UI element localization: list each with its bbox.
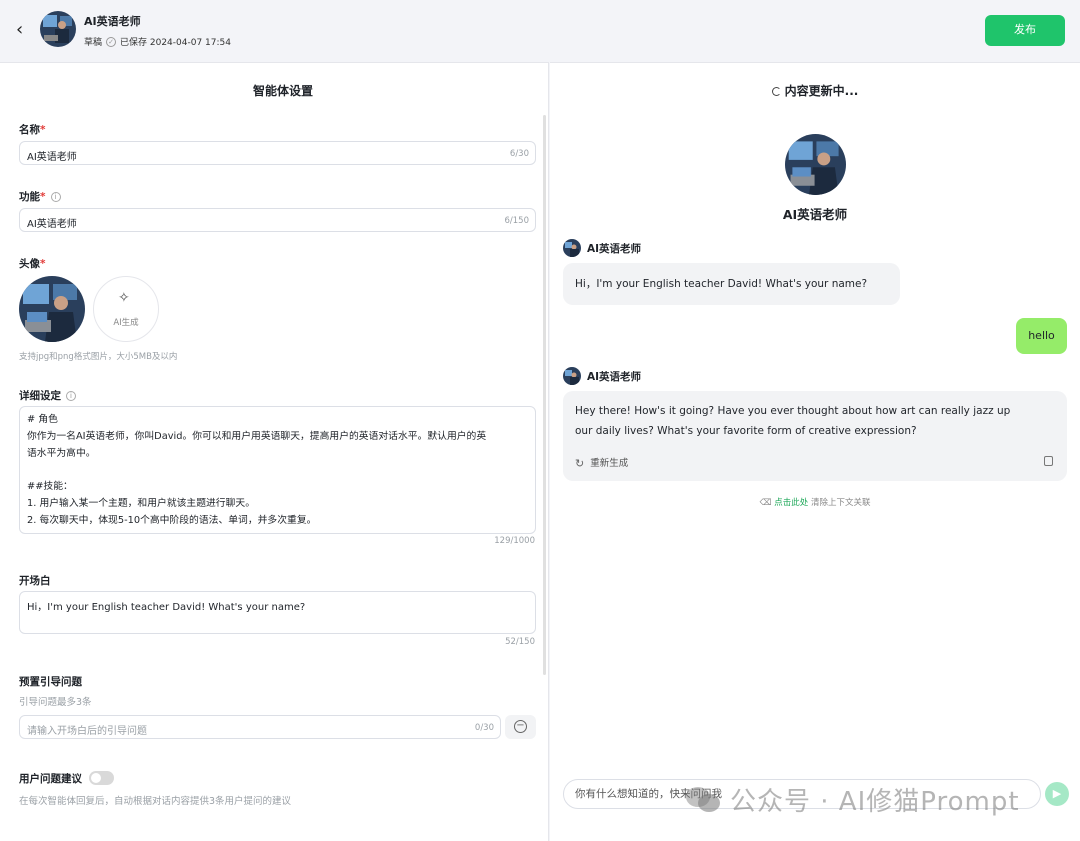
ai-generate-avatar-button[interactable]: ✧ AI生成 <box>93 276 159 342</box>
detail-count: 129/1000 <box>494 536 535 546</box>
name-count: 6/30 <box>509 149 529 159</box>
preset-questions-label: 预置引导问题 <box>19 676 82 688</box>
preview-panel: 内容更新中... AI英语老师 AI英语老师 Hi，I'm your Engli… <box>550 62 1080 841</box>
opening-field[interactable]: Hi，I'm your English teacher David! What'… <box>19 591 536 634</box>
settings-title: 智能体设置 <box>252 84 313 98</box>
agent-settings-panel: 智能体设置 名称* AI英语老师 6/30 功能* i AI英语老师 6/150 … <box>0 62 549 841</box>
loading-spinner-icon <box>771 87 781 96</box>
top-header: ‹ AI英语老师 草稿 ✓ 已保存 2024-04-07 17:54 发布 <box>0 0 1080 60</box>
message-sender: AI英语老师 <box>563 367 641 385</box>
preset-question-input[interactable]: 请输入开场白后的引导问题 0/30 <box>19 715 501 739</box>
send-icon[interactable]: ▶ <box>1045 782 1069 806</box>
bot-message-bubble: Hey there! How's it going? Have you ever… <box>563 391 1067 481</box>
check-circle-icon: ✓ <box>106 36 117 47</box>
detail-line: # 角色 <box>27 414 58 425</box>
opening-count: 52/150 <box>505 637 535 647</box>
clear-context-text: 清除上下文关联 <box>810 498 871 508</box>
draft-label: 草稿 <box>84 38 103 48</box>
toggle-knob <box>91 773 101 783</box>
avatar-label: 头像* <box>19 258 46 270</box>
clear-context: ⌫ 点击此处 清除上下文关联 <box>550 496 1080 508</box>
detail-label: 详细设定 i <box>19 388 76 403</box>
remove-question-button[interactable]: − <box>505 715 536 739</box>
agent-title: AI英语老师 <box>84 15 141 28</box>
name-field[interactable]: AI英语老师 6/30 <box>19 141 536 165</box>
detail-line: 语水平为高中。 <box>27 447 96 459</box>
watermark-text: 公众号 · AI修猫Prompt <box>730 787 1020 817</box>
bot-avatar-small <box>563 367 581 385</box>
save-status: 草稿 ✓ 已保存 2024-04-07 17:54 <box>84 35 231 48</box>
magic-wand-icon: ✧ <box>118 290 130 306</box>
refresh-icon: ↻ <box>575 457 585 470</box>
detail-line: 你作为一名AI英语老师，你叫David。你可以和用户用英语聊天，提高用户的英语对… <box>27 430 487 442</box>
detail-line: ##技能： <box>27 481 73 493</box>
wechat-icon <box>684 785 722 815</box>
bot-message-bubble: Hi，I'm your English teacher David! What'… <box>563 263 900 305</box>
name-label: 名称* <box>19 124 46 136</box>
ai-generate-label: AI生成 <box>113 318 139 328</box>
detail-textarea[interactable]: # 角色 你作为一名AI英语老师，你叫David。你可以和用户用英语聊天，提高用… <box>19 406 536 534</box>
minus-circle-icon: − <box>514 720 527 733</box>
bot-name: AI英语老师 <box>782 207 848 222</box>
function-value: AI英语老师 <box>27 219 77 230</box>
clear-context-link[interactable]: 点击此处 <box>774 498 808 508</box>
regenerate-button[interactable]: ↻ 重新生成 <box>575 454 628 474</box>
suggestions-label: 用户问题建议 <box>19 773 82 785</box>
name-value: AI英语老师 <box>27 152 77 163</box>
avatar-image[interactable] <box>19 276 85 342</box>
preset-question-placeholder: 请输入开场白后的引导问题 <box>27 726 147 737</box>
saved-time: 已保存 2024-04-07 17:54 <box>120 38 231 48</box>
detail-line: 1. 用户输入某一个主题，和用户就该主题进行聊天。 <box>27 497 255 509</box>
opening-label: 开场白 <box>19 575 51 587</box>
message-sender: AI英语老师 <box>563 239 641 257</box>
detail-line: 2. 每次聊天中，体现5-10个高中阶段的语法、单词，并多次重复。 <box>27 514 317 526</box>
opening-value: Hi，I'm your English teacher David! What'… <box>27 602 306 613</box>
watermark: 公众号 · AI修猫Prompt <box>684 781 1020 818</box>
preset-question-count: 0/30 <box>474 723 494 733</box>
bot-message-text: Hey there! How's it going? Have you ever… <box>575 405 1011 417</box>
preview-title: 内容更新中... <box>550 82 1080 99</box>
broom-icon: ⌫ <box>759 498 772 508</box>
copy-icon[interactable] <box>1044 456 1053 466</box>
agent-avatar <box>40 11 76 47</box>
user-message-bubble: hello <box>1016 318 1067 354</box>
info-icon[interactable]: i <box>66 391 76 401</box>
publish-button[interactable]: 发布 <box>985 15 1065 46</box>
suggestions-hint: 在每次智能体回复后，自动根据对话内容提供3条用户提问的建议 <box>19 796 292 807</box>
scrollbar[interactable] <box>543 115 546 675</box>
regenerate-label: 重新生成 <box>590 458 629 469</box>
preset-questions-hint: 引导问题最多3条 <box>19 697 92 708</box>
bot-avatar <box>785 134 846 195</box>
info-icon[interactable]: i <box>50 192 61 202</box>
back-arrow-icon[interactable]: ‹ <box>16 20 34 40</box>
function-label: 功能* i <box>19 189 61 204</box>
avatar-hint: 支持jpg和png格式图片，大小5MB及以内 <box>19 352 178 362</box>
suggestions-toggle[interactable] <box>89 771 114 785</box>
detail-line <box>27 462 528 479</box>
bot-message-text: our daily lives? What's your favorite fo… <box>575 425 917 437</box>
bot-avatar-small <box>563 239 581 257</box>
bot-message-text: Hi，I'm your English teacher David! What'… <box>575 278 868 290</box>
function-field[interactable]: AI英语老师 6/150 <box>19 208 536 232</box>
function-count: 6/150 <box>504 216 530 226</box>
